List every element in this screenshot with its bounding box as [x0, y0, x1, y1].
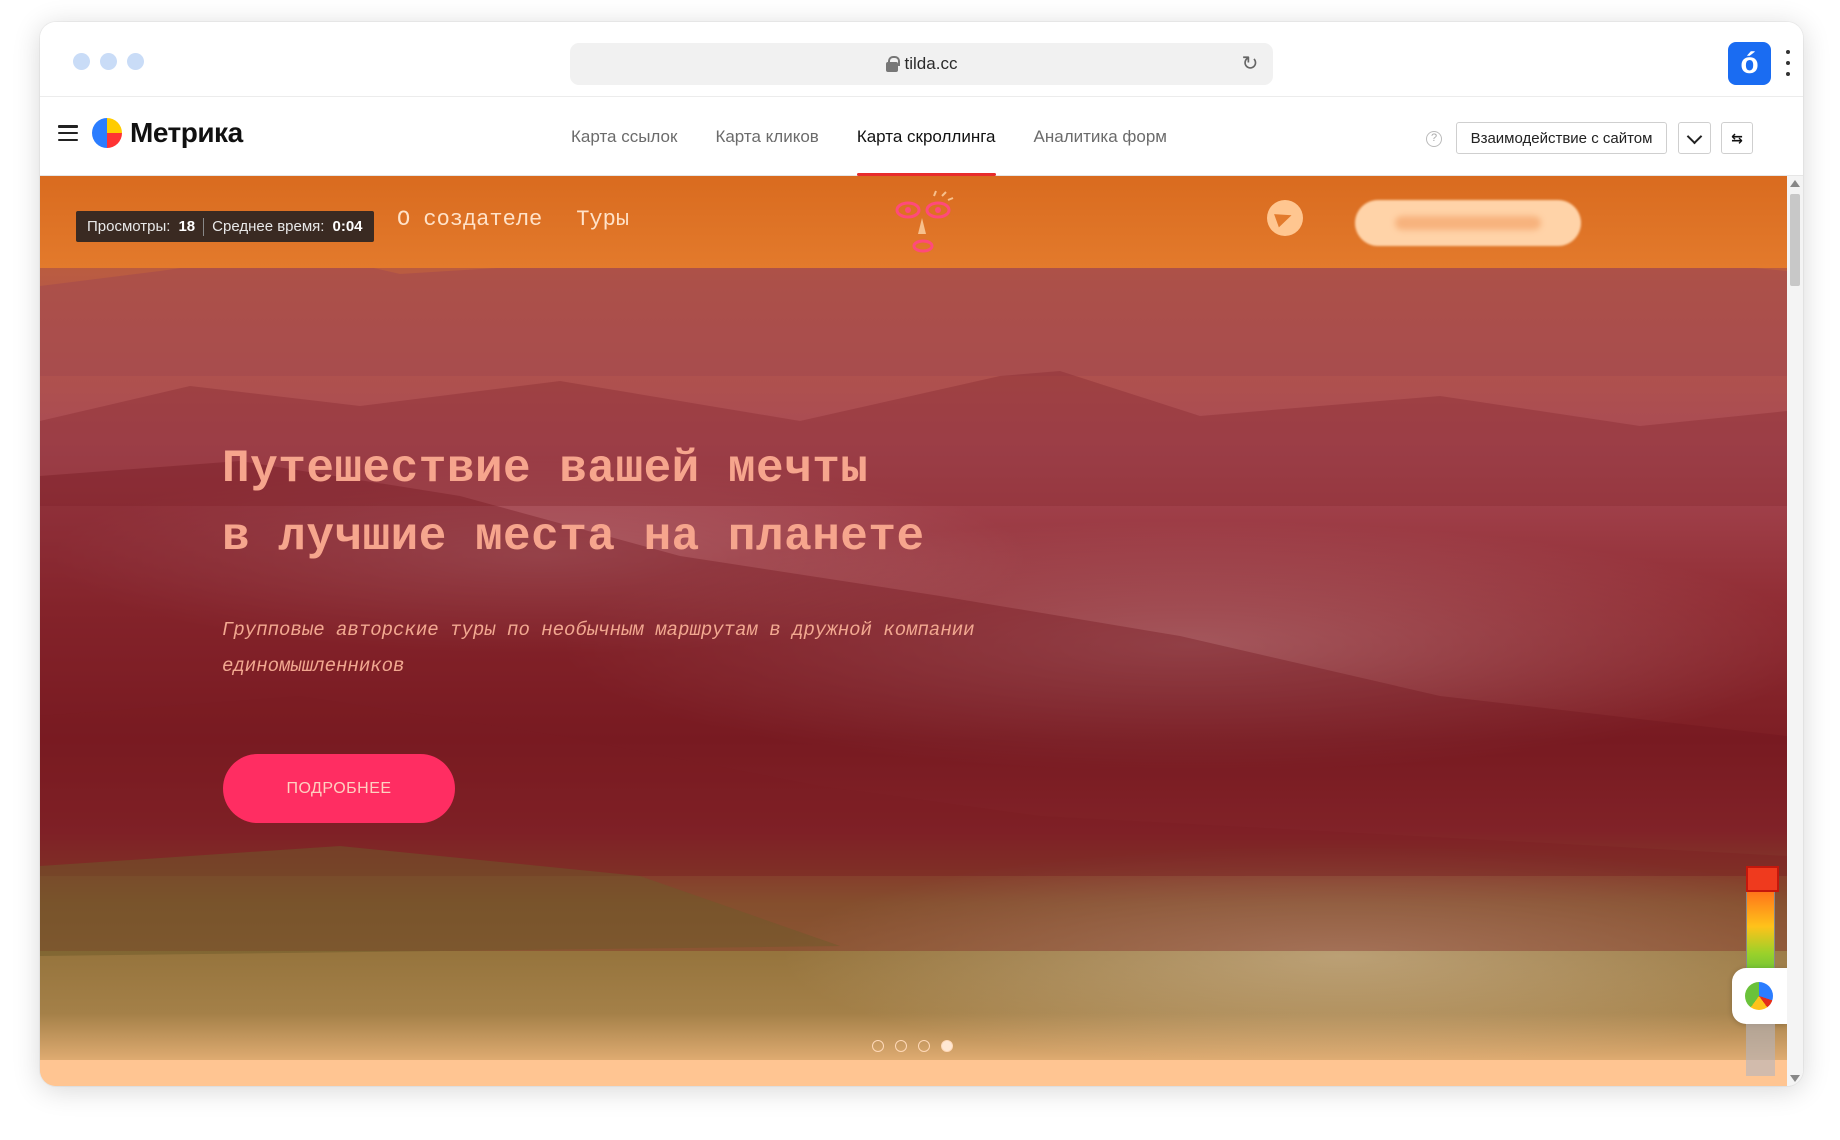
scrollbar-thumb[interactable] — [1790, 194, 1800, 286]
yandex-profile-button[interactable]: ó — [1728, 42, 1771, 85]
close-window-dot[interactable] — [73, 53, 90, 70]
stats-divider — [203, 217, 205, 236]
tab-form-analytics[interactable]: Аналитика форм — [1015, 97, 1186, 176]
site-nav-tours[interactable]: Туры — [576, 207, 629, 232]
lock-icon — [885, 56, 900, 72]
menu-icon[interactable] — [58, 125, 78, 141]
chevron-down-icon[interactable] — [1678, 122, 1711, 154]
mode-select[interactable]: Взаимодействие с сайтом — [1456, 122, 1667, 154]
browser-toolbar: tilda.cc ↻ ó — [40, 22, 1803, 97]
address-bar[interactable]: tilda.cc ↻ — [570, 43, 1273, 85]
site-logo-icon[interactable] — [888, 190, 958, 256]
metrika-logo[interactable]: Метрика — [92, 117, 243, 149]
metrika-logo-text: Метрика — [130, 117, 243, 148]
site-preview: Просмотры: 18 Среднее время: 0:04 О созд… — [40, 176, 1787, 1086]
site-nav: О создателе Туры — [397, 207, 629, 232]
window-controls — [73, 53, 144, 70]
metrika-tabs: Карта ссылок Карта кликов Карта скроллин… — [552, 97, 1186, 176]
telegram-icon[interactable] — [1267, 200, 1303, 236]
hero-headline: Путешествие вашей мечты в лучшие места н… — [222, 435, 1122, 571]
tab-click-map[interactable]: Карта кликов — [696, 97, 837, 176]
more-icon[interactable] — [1784, 50, 1792, 76]
slide-dot[interactable] — [895, 1040, 907, 1052]
site-nav-about[interactable]: О создателе — [397, 207, 542, 232]
url-text: tilda.cc — [904, 54, 958, 73]
views-label: Просмотры: — [87, 218, 171, 235]
next-section-edge — [40, 1060, 1787, 1086]
maximize-window-dot[interactable] — [127, 53, 144, 70]
headline-line-1: Путешествие вашей мечты — [222, 443, 869, 495]
header-cta-button[interactable] — [1355, 200, 1581, 246]
metrika-header: Метрика Карта ссылок Карта кликов Карта … — [40, 97, 1803, 176]
reload-icon[interactable]: ↻ — [1239, 53, 1261, 75]
views-value: 18 — [178, 218, 196, 235]
tab-link-map[interactable]: Карта ссылок — [552, 97, 696, 176]
help-icon[interactable]: ? — [1426, 131, 1442, 147]
scroll-down-icon[interactable] — [1790, 1075, 1800, 1082]
avg-time-value: 0:04 — [332, 218, 363, 235]
avg-time-label: Среднее время: — [212, 218, 325, 235]
swap-view-icon[interactable]: ⇆ — [1721, 122, 1753, 154]
scroll-heat-legend[interactable] — [1746, 866, 1779, 976]
scroll-stats-badge: Просмотры: 18 Среднее время: 0:04 — [76, 211, 374, 242]
hero-subtitle: Групповые авторские туры по необычным ма… — [222, 619, 975, 677]
page-scrollbar[interactable] — [1787, 176, 1803, 1086]
metrika-logo-icon — [92, 118, 122, 148]
heat-legend-unseen-zone — [1746, 1024, 1775, 1076]
heat-legend-toggle-icon[interactable] — [1732, 968, 1787, 1024]
scroll-up-icon[interactable] — [1790, 180, 1800, 187]
slider-pagination — [872, 1040, 953, 1052]
slide-dot[interactable] — [872, 1040, 884, 1052]
headline-line-2: в лучшие места на планете — [222, 511, 925, 563]
slide-dot-active[interactable] — [941, 1040, 953, 1052]
tab-scroll-map[interactable]: Карта скроллинга — [838, 97, 1015, 176]
more-button[interactable]: ПОДРОБНЕЕ — [223, 754, 455, 823]
slide-dot[interactable] — [918, 1040, 930, 1052]
minimize-window-dot[interactable] — [100, 53, 117, 70]
browser-window: tilda.cc ↻ ó Метрика Карта ссылок Карта … — [40, 22, 1803, 1086]
